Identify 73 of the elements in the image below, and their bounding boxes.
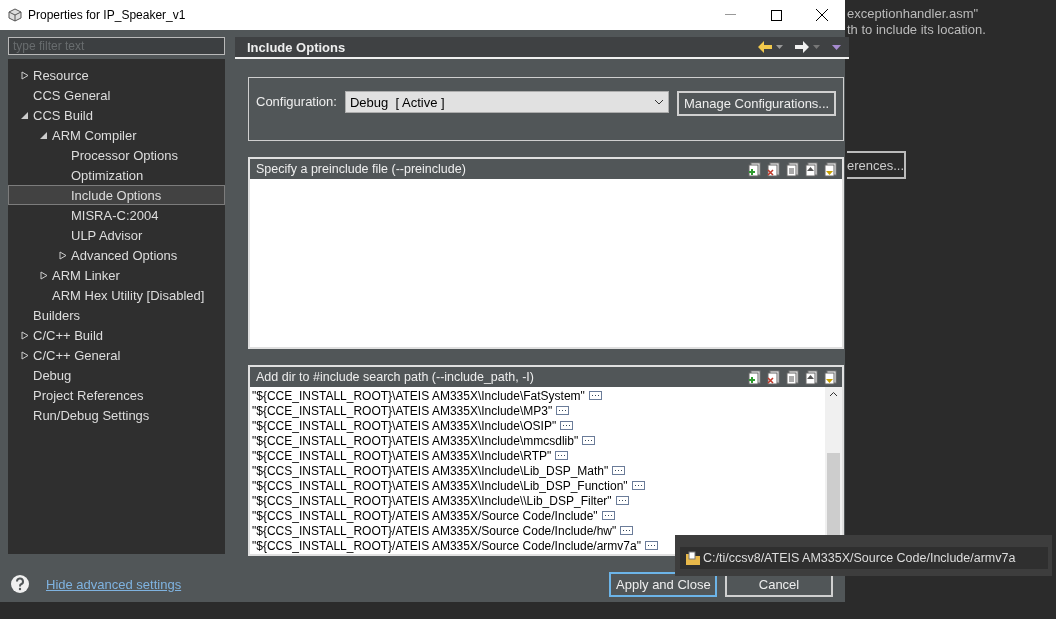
tree-item[interactable]: ARM Compiler <box>8 125 225 145</box>
tree-item[interactable]: Resource <box>8 65 225 85</box>
forward-arrow-icon[interactable] <box>795 41 810 53</box>
more-icon[interactable] <box>612 466 626 475</box>
more-icon[interactable] <box>588 391 602 400</box>
more-icon[interactable] <box>582 436 596 445</box>
more-icon[interactable] <box>615 496 629 505</box>
close-icon[interactable] <box>816 9 828 21</box>
background-text: exceptionhandler.asm" <box>847 6 980 22</box>
tree-item[interactable]: Run/Debug Settings <box>8 405 225 425</box>
page-title: Include Options <box>247 39 347 55</box>
tree-item[interactable]: Debug <box>8 365 225 385</box>
more-icon[interactable] <box>556 406 570 415</box>
caret-icon[interactable] <box>776 45 784 49</box>
tree-item[interactable]: CCS Build <box>8 105 225 125</box>
cube-icon <box>8 8 22 22</box>
more-icon[interactable] <box>601 511 615 520</box>
tooltip-text: C:/ti/ccsv8/ATEIS AM335X/Source Code/Include/armv7a <box>703 551 1016 565</box>
delete-icon[interactable] <box>767 369 782 385</box>
move-down-icon[interactable] <box>824 161 839 177</box>
help-icon[interactable] <box>10 574 30 594</box>
include-path-item[interactable]: "${CCS_INSTALL_ROOT}\ATEIS AM335X\Include\\Lib_DSP_Filter" <box>252 493 612 508</box>
include-path-item[interactable]: "${CCE_INSTALL_ROOT}\ATEIS AM335X\Include\OSIP" <box>252 418 557 433</box>
include-path-item[interactable]: "${CCE_INSTALL_ROOT}\ATEIS AM335X\Include\RTP" <box>252 448 552 463</box>
edit-icon[interactable] <box>786 161 801 177</box>
chevron-down-icon <box>653 99 664 105</box>
include-path-item[interactable]: "${CCS_INSTALL_ROOT}/ATEIS AM335X/Source Code/Include/hw" <box>252 523 617 538</box>
tree-item[interactable]: Project References <box>8 385 225 405</box>
tree-item[interactable]: ULP Advisor <box>8 225 225 245</box>
more-icon[interactable] <box>631 481 645 490</box>
add-icon[interactable] <box>748 369 763 385</box>
include-path-item[interactable]: "${CCE_INSTALL_ROOT}\ATEIS AM335X\Include\MP3" <box>252 403 553 418</box>
more-icon[interactable] <box>620 526 634 535</box>
background-button[interactable]: erences... <box>847 151 906 179</box>
background-text: th to include its location. <box>847 22 987 38</box>
more-icon[interactable] <box>555 451 569 460</box>
edit-icon[interactable] <box>786 369 801 385</box>
tree-item[interactable]: Advanced Options <box>8 245 225 265</box>
menu-caret-icon[interactable] <box>832 44 842 50</box>
configuration-dropdown[interactable]: Debug [ Active ] <box>344 91 669 113</box>
include-path-item[interactable]: "${CCS_INSTALL_ROOT}/ATEIS AM335X/Source Code/Include/armv7a" <box>252 538 641 553</box>
include-path-item[interactable]: "${CCS_INSTALL_ROOT}/ATEIS AM335X/Source Code/Include" <box>252 508 598 523</box>
more-icon[interactable] <box>644 541 658 550</box>
tree-item[interactable]: Processor Options <box>8 145 225 165</box>
include-path-item[interactable]: "${CCS_INSTALL_ROOT}\ATEIS AM335X\Include\Lib_DSP_Function" <box>252 478 628 493</box>
include-path-item[interactable]: "${CCE_INSTALL_ROOT}\ATEIS AM335X\Include\FatSystem" <box>252 388 585 403</box>
include-path-item[interactable]: "${CCS_INSTALL_ROOT}\ATEIS AM335X\Include\Lib_DSP_Math" <box>252 463 609 478</box>
window-title: Properties for IP_Speaker_v1 <box>28 8 187 22</box>
tree-item[interactable]: Include Options <box>8 185 225 205</box>
panel-title: Add dir to #include search path (--include_path, -I) <box>256 370 535 384</box>
minimize-icon[interactable] <box>724 14 736 16</box>
tree-item[interactable]: C/C++ Build <box>8 325 225 345</box>
tree-item[interactable]: ARM Linker <box>8 265 225 285</box>
tree-item[interactable]: C/C++ General <box>8 345 225 365</box>
folder-icon <box>685 550 701 566</box>
back-arrow-icon[interactable] <box>758 41 773 53</box>
add-icon[interactable] <box>748 161 763 177</box>
delete-icon[interactable] <box>767 161 782 177</box>
more-icon[interactable] <box>560 421 574 430</box>
move-up-icon[interactable] <box>805 161 820 177</box>
tree-item[interactable]: Optimization <box>8 165 225 185</box>
configuration-label: Configuration: <box>256 93 337 111</box>
move-down-icon[interactable] <box>824 369 839 385</box>
manage-configurations-button[interactable]: Manage Configurations... <box>676 91 837 116</box>
apply-and-close-button[interactable]: Apply and Close <box>609 571 717 597</box>
include-path-item[interactable]: "${CCE_INSTALL_ROOT}\ATEIS AM335X\Include\mmcsdlib" <box>252 433 579 448</box>
maximize-icon[interactable] <box>770 9 782 21</box>
tree-item[interactable]: CCS General <box>8 85 225 105</box>
tree-item[interactable]: ARM Hex Utility [Disabled] <box>8 285 225 305</box>
tree-item[interactable]: MISRA-C:2004 <box>8 205 225 225</box>
panel-title: Specify a preinclude file (--preinclude) <box>256 162 467 176</box>
tree-item[interactable]: Builders <box>8 305 225 325</box>
move-up-icon[interactable] <box>805 369 820 385</box>
